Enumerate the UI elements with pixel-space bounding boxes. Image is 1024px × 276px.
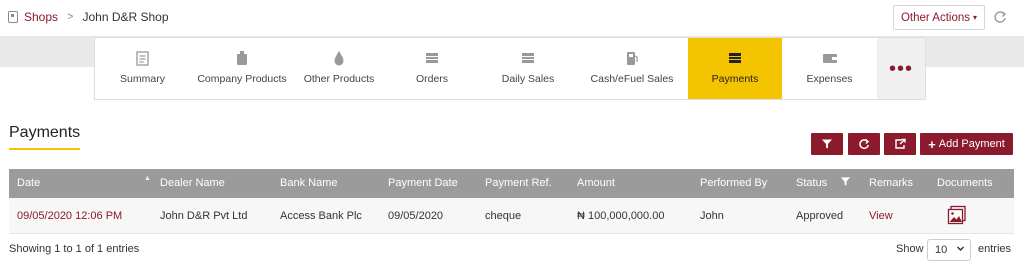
cell-date: 09/05/2020 12:06 PM (17, 210, 123, 222)
entries-label: entries (978, 243, 1012, 255)
other-actions-label: Other Actions (900, 11, 971, 24)
tab-orders[interactable]: Orders (384, 38, 480, 99)
view-remarks-link[interactable]: View (869, 210, 893, 222)
page-size-select[interactable]: 10 (927, 239, 971, 261)
cell-performed-by: John (700, 210, 724, 222)
breadcrumb-current: John D&R Shop (82, 10, 169, 24)
more-dots-icon: ••• (888, 57, 913, 80)
chevron-down-icon (956, 244, 965, 255)
refresh-button[interactable] (848, 133, 880, 155)
tab-label: Expenses (806, 73, 853, 85)
fuel-can-icon (234, 50, 250, 66)
column-header-date[interactable]: Date (17, 177, 40, 189)
table-row: 09/05/2020 12:06 PM John D&R Pvt Ltd Acc… (9, 198, 1014, 234)
more-tabs-button[interactable]: ••• (877, 38, 925, 99)
cell-bank-name: Access Bank Plc (280, 210, 362, 222)
caret-down-icon: ▾ (973, 13, 978, 22)
cell-amount: ₦ 100,000,000.00 (577, 210, 665, 222)
shop-icon (8, 11, 18, 23)
column-header-performed-by[interactable]: Performed By (700, 177, 767, 189)
filter-icon (822, 139, 832, 149)
tab-label: Daily Sales (501, 73, 555, 85)
add-payment-label: Add Payment (938, 138, 1005, 150)
export-button[interactable] (884, 133, 916, 155)
sort-asc-icon[interactable]: ▲ (144, 175, 151, 182)
breadcrumb: Shops > John D&R Shop (8, 10, 169, 24)
refresh-icon (859, 138, 870, 149)
export-icon (894, 138, 906, 149)
column-header-amount[interactable]: Amount (577, 177, 615, 189)
breadcrumb-shops-link[interactable]: Shops (24, 10, 58, 24)
page-size-value: 10 (935, 244, 948, 256)
drop-icon (331, 50, 347, 66)
status-filter-icon[interactable] (840, 176, 851, 190)
tab-label: Orders (415, 73, 449, 85)
cell-payment-date: 09/05/2020 (388, 210, 444, 222)
tab-label: Company Products (197, 73, 287, 85)
column-header-documents[interactable]: Documents (937, 177, 993, 189)
tab-other-products[interactable]: Other Products (294, 38, 384, 99)
document-image-icon[interactable] (947, 205, 968, 229)
other-actions-button[interactable]: Other Actions ▾ (893, 5, 985, 30)
plus-icon: + (928, 136, 936, 152)
show-label: Show (896, 243, 924, 255)
cell-dealer-name: John D&R Pvt Ltd (160, 210, 248, 222)
page-title: Payments (9, 124, 81, 141)
tab-expenses[interactable]: Expenses (782, 38, 877, 99)
top-bar: Shops > John D&R Shop Other Actions ▾ (0, 0, 1024, 37)
filter-button[interactable] (811, 133, 843, 155)
column-header-payment-date[interactable]: Payment Date (388, 177, 458, 189)
column-header-status[interactable]: Status (796, 177, 827, 189)
column-header-payment-ref[interactable]: Payment Ref. (485, 177, 552, 189)
tab-label: Summary (120, 73, 165, 85)
pump-icon (624, 50, 640, 66)
tab-cash-efuel-sales[interactable]: Cash/eFuel Sales (576, 38, 688, 99)
payments-icon (727, 50, 743, 66)
entries-summary: Showing 1 to 1 of 1 entries (9, 243, 140, 255)
tab-payments[interactable]: Payments (688, 38, 782, 99)
refresh-icon[interactable] (992, 10, 1008, 26)
section-tabs: Summary Company Products Other Products … (94, 37, 926, 100)
tab-daily-sales[interactable]: Daily Sales (480, 38, 576, 99)
tab-label: Cash/eFuel Sales (590, 73, 674, 85)
orders-icon (424, 50, 440, 66)
tab-label: Payments (711, 73, 759, 85)
cell-payment-ref: cheque (485, 210, 522, 222)
tab-summary[interactable]: Summary (95, 38, 190, 99)
sales-icon (520, 50, 536, 66)
title-underline (9, 148, 80, 150)
tab-label: Other Products (303, 73, 375, 85)
tab-company-products[interactable]: Company Products (190, 38, 294, 99)
cell-status: Approved (796, 210, 844, 222)
table-header: Date ▲ Dealer Name Bank Name Payment Dat… (9, 169, 1014, 198)
breadcrumb-separator: > (67, 11, 74, 23)
add-payment-button[interactable]: + Add Payment (920, 133, 1013, 155)
summary-icon (135, 50, 151, 66)
wallet-icon (822, 50, 838, 66)
column-header-remarks[interactable]: Remarks (869, 177, 913, 189)
column-header-dealer-name[interactable]: Dealer Name (160, 177, 225, 189)
column-header-bank-name[interactable]: Bank Name (280, 177, 337, 189)
